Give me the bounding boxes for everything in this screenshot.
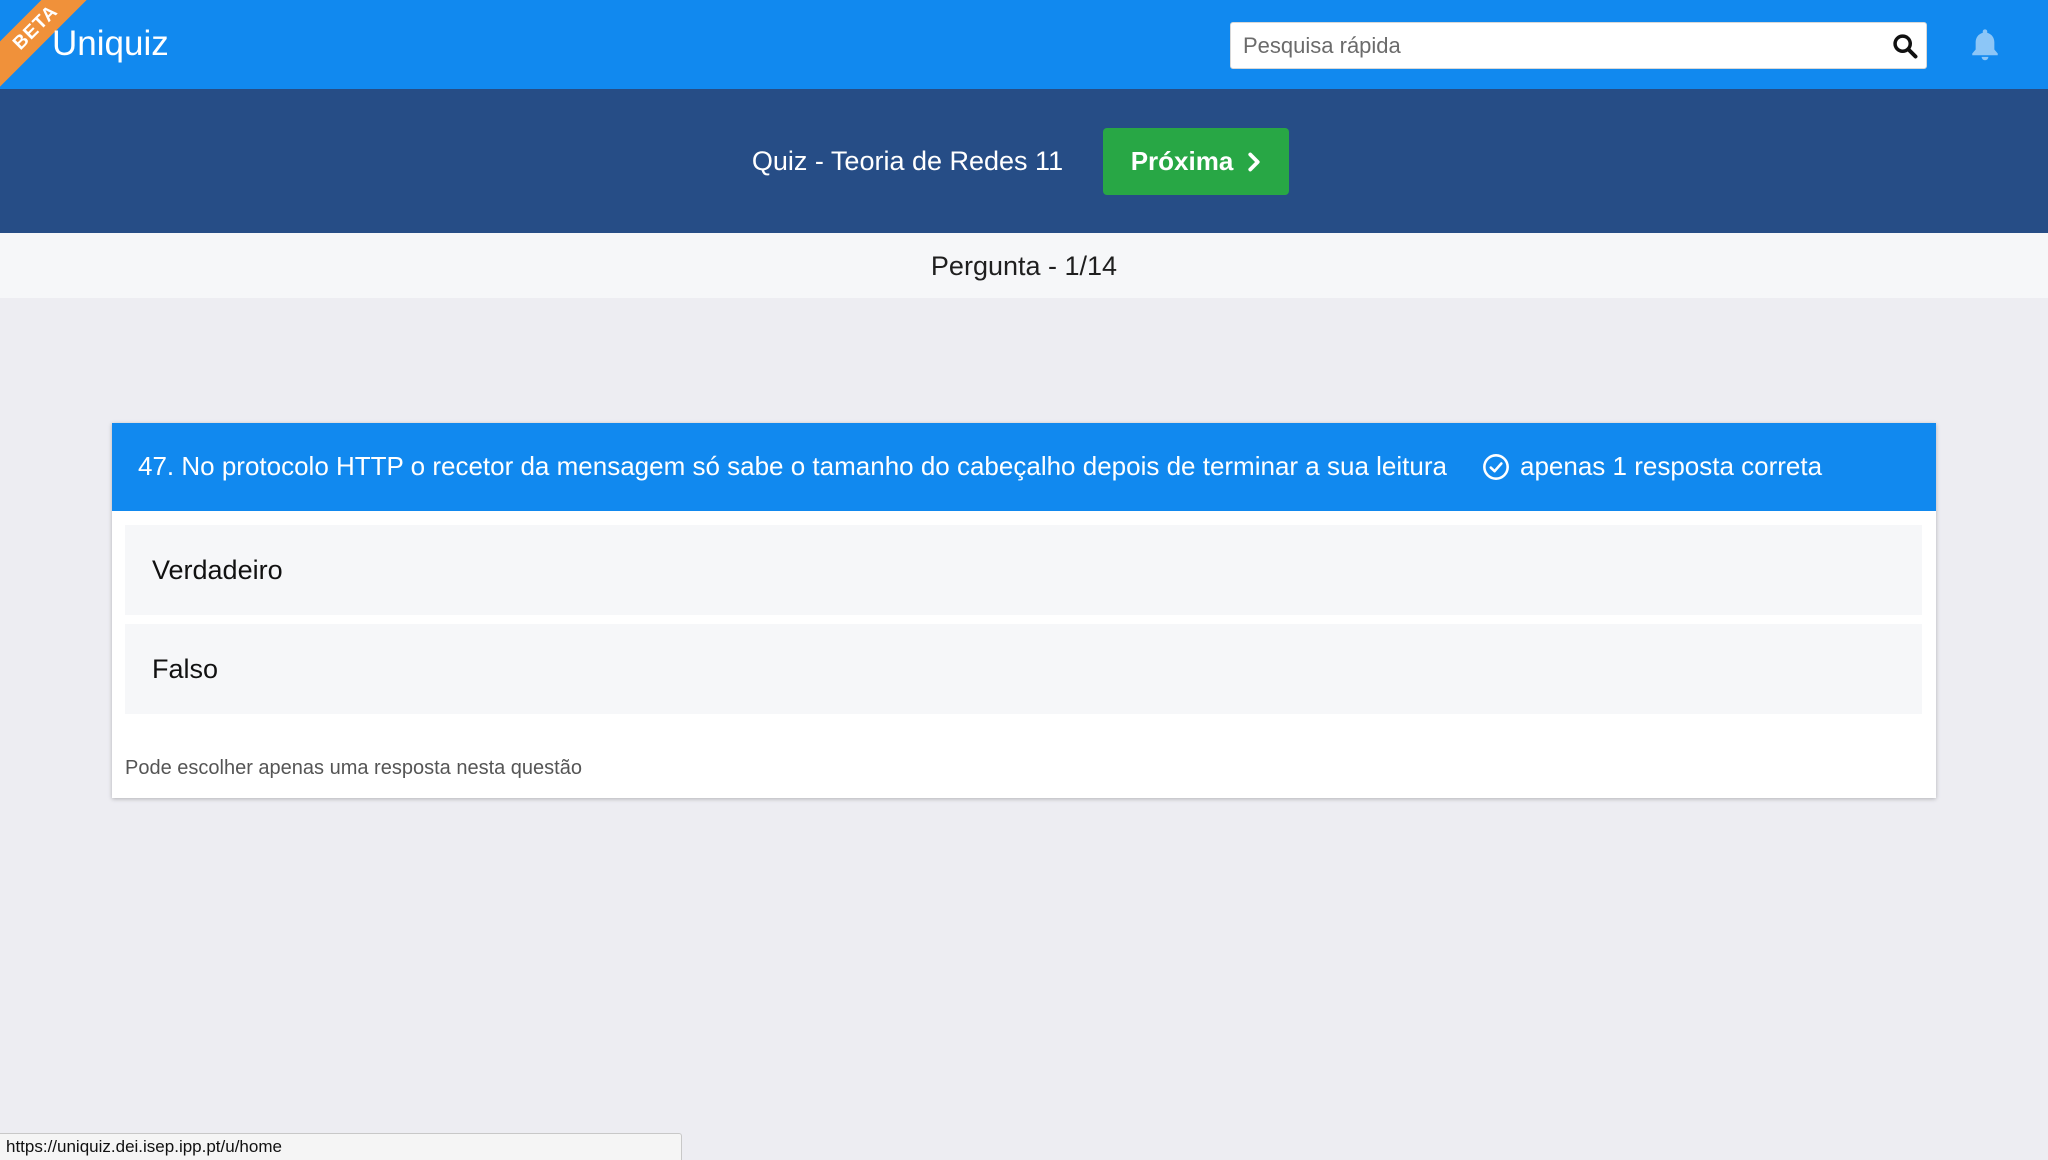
answer-hint: Pode escolher apenas uma resposta nesta … — [125, 757, 582, 779]
question-counter-bar: Pergunta - 1/14 — [0, 233, 2048, 298]
next-button[interactable]: Próxima — [1103, 128, 1289, 195]
chevron-right-icon — [1248, 152, 1260, 171]
bell-icon[interactable] — [1968, 26, 2002, 64]
brand-logo[interactable]: Uniquiz — [52, 22, 169, 66]
question-card: 47. No protocolo HTTP o recetor da mensa… — [112, 423, 1936, 798]
next-button-label: Próxima — [1130, 146, 1234, 176]
quiz-bar: Quiz - Teoria de Redes 11 Próxima — [0, 89, 2048, 233]
search-box — [1230, 22, 1927, 69]
status-bar-url: https://uniquiz.dei.isep.ipp.pt/u/home — [0, 1133, 682, 1160]
question-header: 47. No protocolo HTTP o recetor da mensa… — [112, 423, 1936, 511]
answer-option-label: Verdadeiro — [152, 555, 283, 585]
question-text: 47. No protocolo HTTP o recetor da mensa… — [138, 451, 1447, 481]
question-counter: Pergunta - 1/14 — [930, 251, 1118, 281]
answer-option-label: Falso — [152, 654, 219, 684]
answer-option-verdadeiro[interactable]: Verdadeiro — [125, 525, 1922, 615]
search-icon[interactable] — [1891, 32, 1919, 60]
check-circle-icon — [1483, 454, 1509, 480]
answer-rule: apenas 1 resposta correta — [1520, 451, 1823, 481]
search-input[interactable] — [1243, 23, 1863, 68]
top-navbar: BETA Uniquiz — [0, 0, 2048, 89]
quiz-title: Quiz - Teoria de Redes 11 — [751, 146, 1064, 176]
answer-option-falso[interactable]: Falso — [125, 624, 1922, 714]
